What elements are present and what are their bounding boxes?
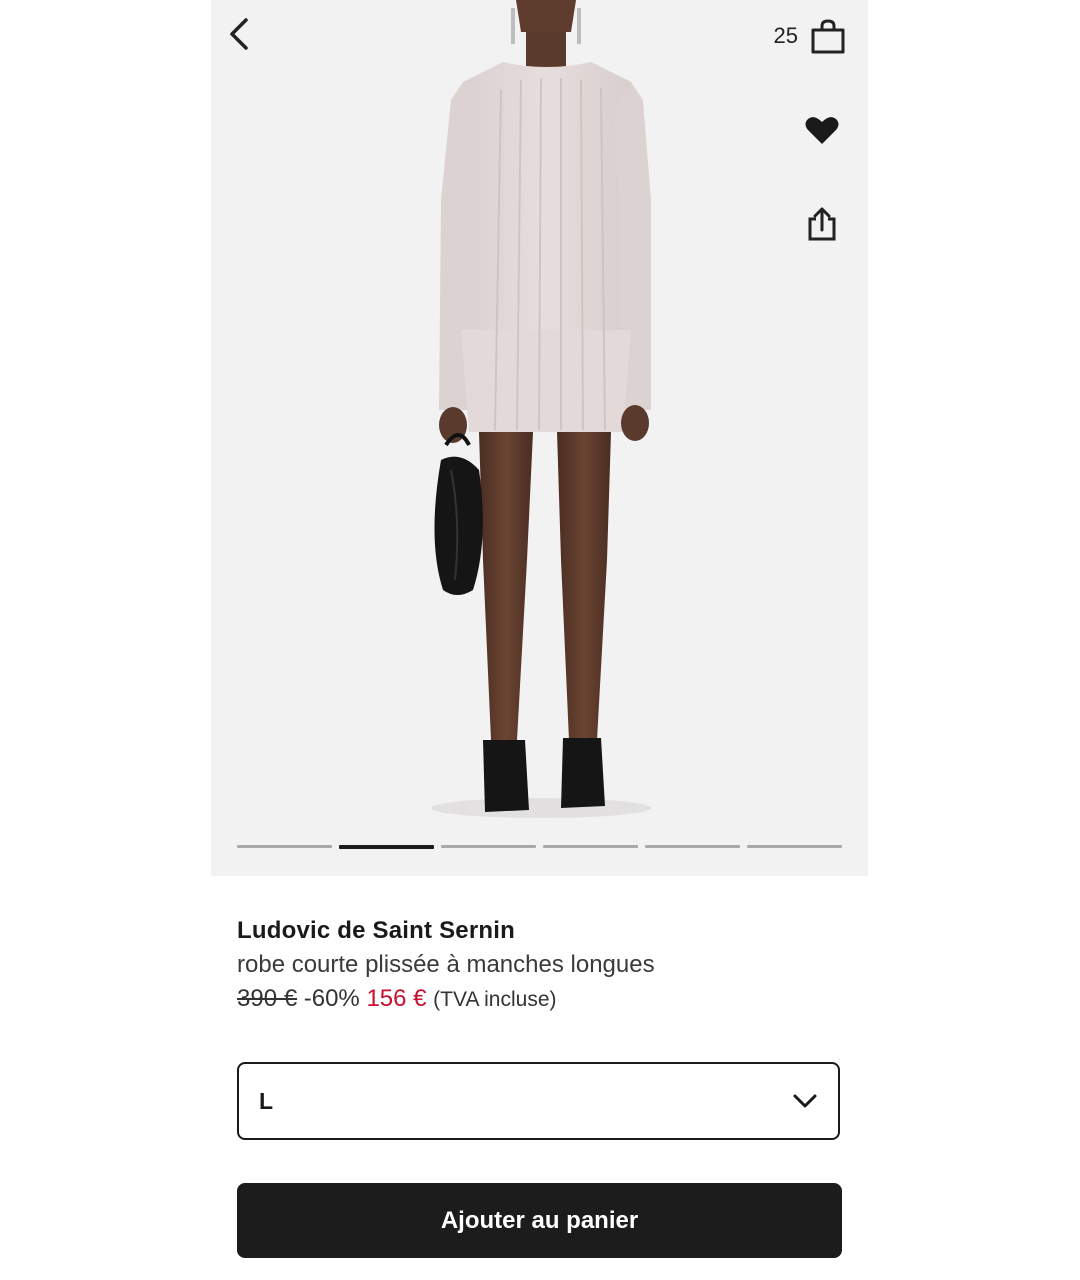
- product-page: 25 Ludovic de Saint Sernin robe courte p…: [211, 0, 868, 1280]
- share-icon: [808, 207, 836, 241]
- chevron-left-icon: [230, 18, 248, 50]
- brand-name[interactable]: Ludovic de Saint Sernin: [237, 914, 842, 948]
- cart-button[interactable]: 25: [774, 14, 846, 58]
- cart-count-badge: 25: [773, 23, 798, 48]
- gallery-indicators: [237, 845, 842, 849]
- gallery-indicator-active[interactable]: [339, 845, 434, 849]
- discount-label: -60%: [303, 985, 360, 1012]
- product-image-gallery[interactable]: 25: [211, 0, 868, 876]
- heart-icon: [805, 117, 839, 144]
- product-name: robe courte plissée à manches longues: [237, 951, 655, 978]
- add-to-cart-button[interactable]: Ajouter au panier: [237, 1183, 842, 1258]
- gallery-indicator[interactable]: [543, 845, 638, 848]
- gallery-indicator[interactable]: [441, 845, 536, 848]
- shopping-bag-icon: [811, 19, 845, 54]
- favorite-button[interactable]: [800, 108, 844, 152]
- sale-price: 156 €: [366, 985, 427, 1012]
- product-info: Ludovic de Saint Sernin robe courte plis…: [237, 914, 842, 1017]
- gallery-indicator[interactable]: [645, 845, 740, 848]
- chevron-down-icon: [793, 1094, 817, 1108]
- tax-note: (TVA incluse): [433, 988, 557, 1011]
- size-select[interactable]: L: [237, 1062, 840, 1140]
- gallery-indicator[interactable]: [747, 845, 842, 848]
- share-button[interactable]: [800, 202, 844, 246]
- back-button[interactable]: [219, 12, 263, 56]
- price-row: 390 € -60% 156 € (TVA incluse): [237, 982, 842, 1017]
- original-price: 390 €: [237, 985, 298, 1012]
- gallery-indicator[interactable]: [237, 845, 332, 848]
- product-photo: [431, 0, 651, 818]
- selected-size: L: [259, 1087, 274, 1114]
